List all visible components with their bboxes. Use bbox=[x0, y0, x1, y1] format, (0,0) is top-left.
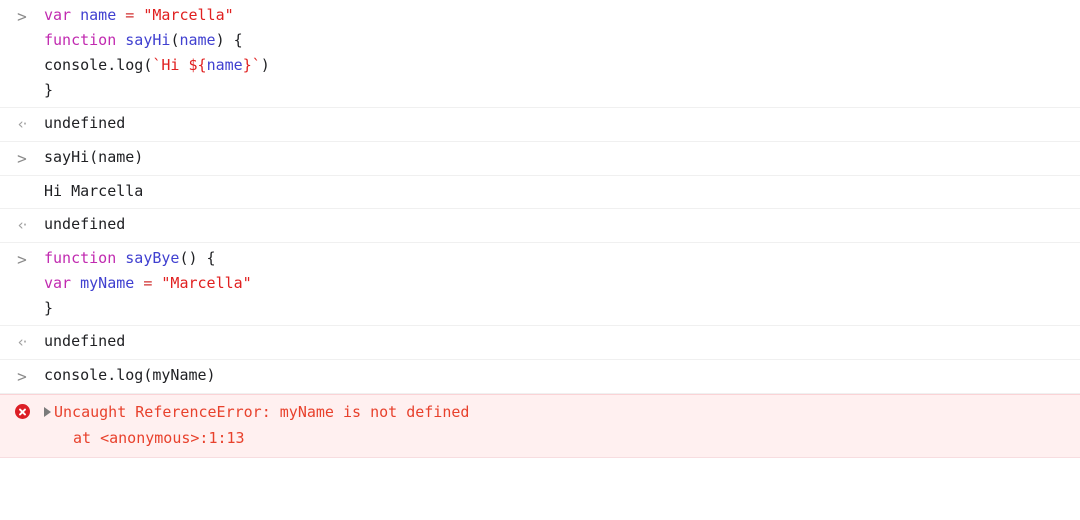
code-line: } bbox=[44, 78, 1072, 103]
console-row-return-undefined-3[interactable]: ‹· undefined bbox=[0, 326, 1080, 360]
code-token: Hi Marcella bbox=[44, 182, 144, 200]
code-token: undefined bbox=[44, 332, 126, 350]
code-line: var myName = "Marcella" bbox=[44, 271, 1072, 296]
return-arrow-icon: ‹· bbox=[17, 115, 28, 133]
prompt-arrow-icon: > bbox=[17, 7, 27, 26]
console-row-content: Uncaught ReferenceError: myName is not d… bbox=[44, 399, 1080, 451]
prompt-arrow-icon: > bbox=[17, 250, 27, 269]
code-token: undefined bbox=[44, 215, 126, 233]
console-row-gutter: > bbox=[0, 246, 44, 272]
console-row-return-undefined-2[interactable]: ‹· undefined bbox=[0, 209, 1080, 243]
code-token: ) { bbox=[215, 31, 243, 49]
code-line: sayHi(name) bbox=[44, 145, 1072, 170]
code-line: console.log(myName) bbox=[44, 363, 1072, 388]
code-token: () { bbox=[179, 249, 216, 267]
code-token: function bbox=[44, 249, 126, 267]
code-token: undefined bbox=[44, 114, 126, 132]
console-row-input-var-name-sayhi[interactable]: > var name = "Marcella" function sayHi(nam… bbox=[0, 0, 1080, 108]
code-line: function sayBye() { bbox=[44, 246, 1072, 271]
code-token: var bbox=[44, 6, 81, 24]
code-token: sayBye bbox=[125, 249, 180, 267]
code-token: console.log(myName) bbox=[44, 366, 216, 384]
return-arrow-icon: ‹· bbox=[17, 333, 28, 351]
error-message-line: Uncaught ReferenceError: myName is not d… bbox=[44, 399, 1072, 425]
console-row-gutter: > bbox=[0, 363, 44, 389]
code-token: } bbox=[44, 81, 54, 99]
console-row-output-hi-marcella[interactable]: Hi Marcella bbox=[0, 176, 1080, 209]
console-row-gutter: > bbox=[0, 145, 44, 171]
disclosure-triangle-right-icon[interactable] bbox=[44, 406, 51, 417]
console-row-content: console.log(myName) bbox=[44, 363, 1080, 388]
console-row-input-sayhi-call[interactable]: > sayHi(name) bbox=[0, 142, 1080, 176]
console-row-input-console-log-myname[interactable]: > console.log(myName) bbox=[0, 360, 1080, 394]
code-token: var bbox=[44, 274, 81, 292]
code-token: sayHi(name) bbox=[44, 148, 144, 166]
code-token: "Marcella" bbox=[161, 274, 252, 292]
code-line: undefined bbox=[44, 329, 1072, 354]
code-token: } bbox=[44, 299, 54, 317]
console-row-gutter: > bbox=[0, 3, 44, 29]
console-row-gutter: ‹· bbox=[0, 329, 44, 355]
error-circle-x-icon bbox=[14, 404, 30, 419]
console-row-content: Hi Marcella bbox=[44, 179, 1080, 204]
code-token: myName bbox=[80, 274, 144, 292]
code-line: console.log(`Hi ${name}`) bbox=[44, 53, 1072, 78]
code-token: "Marcella" bbox=[143, 6, 234, 24]
code-line: Hi Marcella bbox=[44, 179, 1072, 204]
console-row-return-undefined-1[interactable]: ‹· undefined bbox=[0, 108, 1080, 142]
console-row-gutter: ‹· bbox=[0, 111, 44, 137]
code-token: name bbox=[179, 31, 216, 49]
code-line: undefined bbox=[44, 212, 1072, 237]
code-line: } bbox=[44, 296, 1072, 321]
console-row-content: var name = "Marcella" function sayHi(name… bbox=[44, 3, 1080, 103]
return-arrow-icon: ‹· bbox=[17, 216, 28, 234]
code-token: = bbox=[125, 6, 144, 24]
code-token: = bbox=[143, 274, 162, 292]
console-row-content: undefined bbox=[44, 111, 1080, 136]
console-row-gutter: ‹· bbox=[0, 212, 44, 238]
code-token: function bbox=[44, 31, 126, 49]
console-row-error-reference-error[interactable]: Uncaught ReferenceError: myName is not d… bbox=[0, 394, 1080, 458]
code-line: function sayHi(name) { bbox=[44, 28, 1072, 53]
console-row-input-function-saybye[interactable]: > function sayBye() {var myName = "Marcel… bbox=[0, 243, 1080, 326]
error-message-text: Uncaught ReferenceError: myName is not d… bbox=[54, 403, 470, 421]
devtools-console-panel[interactable]: > var name = "Marcella" function sayHi(nam… bbox=[0, 0, 1080, 520]
code-token: console.log( bbox=[44, 56, 153, 74]
console-row-content: sayHi(name) bbox=[44, 145, 1080, 170]
code-line: undefined bbox=[44, 111, 1072, 136]
code-token: name bbox=[80, 6, 126, 24]
code-token: `Hi ${ bbox=[152, 56, 207, 74]
code-token: sayHi bbox=[125, 31, 171, 49]
console-row-content: undefined bbox=[44, 329, 1080, 354]
code-token: name bbox=[206, 56, 243, 74]
console-row-gutter bbox=[0, 179, 44, 180]
console-row-content: undefined bbox=[44, 212, 1080, 237]
error-stack-line[interactable]: at <anonymous>:1:13 bbox=[44, 425, 1072, 451]
console-row-content: function sayBye() {var myName = "Marcell… bbox=[44, 246, 1080, 321]
code-line: var name = "Marcella" bbox=[44, 3, 1072, 28]
code-token: ) bbox=[260, 56, 270, 74]
console-row-gutter bbox=[0, 399, 44, 419]
prompt-arrow-icon: > bbox=[17, 149, 27, 168]
code-token: }` bbox=[242, 56, 261, 74]
prompt-arrow-icon: > bbox=[17, 367, 27, 386]
